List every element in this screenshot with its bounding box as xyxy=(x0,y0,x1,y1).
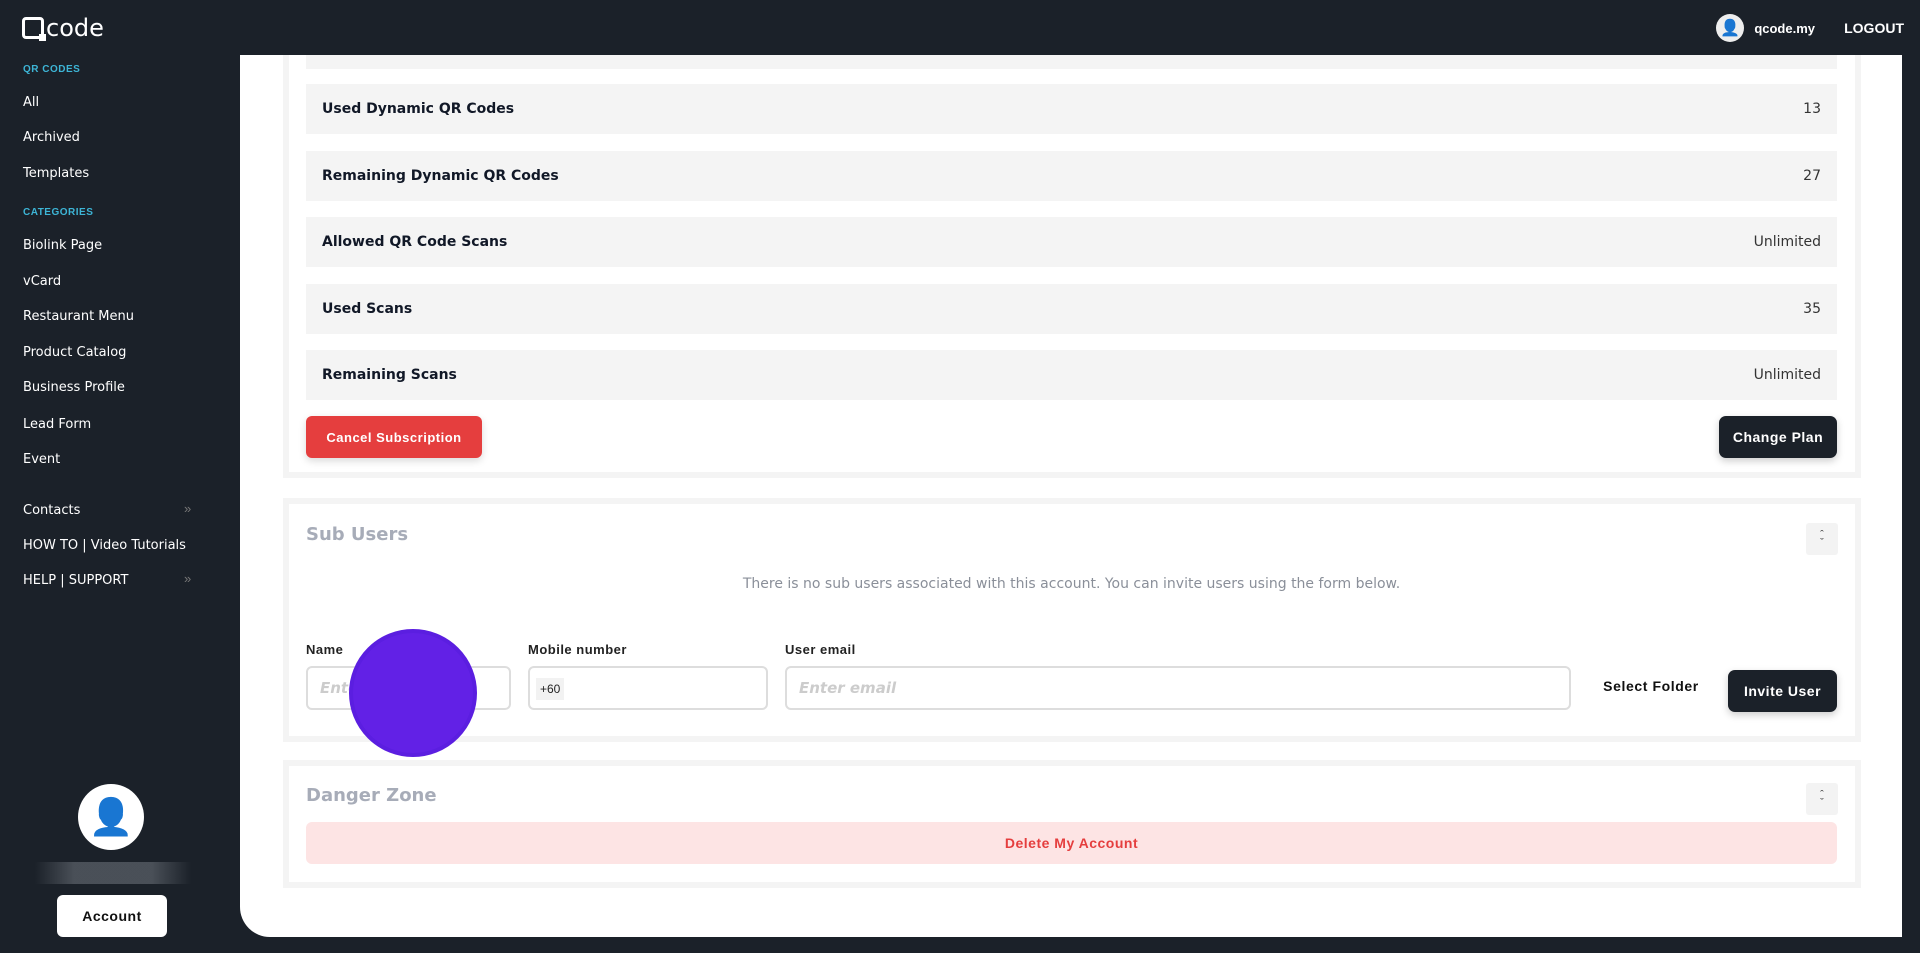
stat-value: 13 xyxy=(1803,101,1821,117)
logout-link[interactable]: LOGOUT xyxy=(1844,20,1904,36)
stat-row-remaining-dynamic: Remaining Dynamic QR Codes 27 xyxy=(306,151,1837,201)
sub-users-title: Sub Users xyxy=(306,524,409,545)
logo-text: code xyxy=(46,14,104,42)
user-name: qcode.my xyxy=(1754,20,1815,36)
sidebar-item-restaurant-menu[interactable]: Restaurant Menu xyxy=(23,309,134,324)
section-qr-codes: QR CODES xyxy=(23,64,81,75)
top-bar xyxy=(0,0,1920,55)
sidebar-item-video-tutorials[interactable]: HOW TO | Video Tutorials xyxy=(23,538,186,553)
cancel-subscription-button[interactable]: Cancel Subscription xyxy=(306,416,482,458)
stat-label: Used Dynamic QR Codes xyxy=(322,101,515,117)
email-label: User email xyxy=(785,642,856,657)
collapse-toggle-icon[interactable]: ˆˇ xyxy=(1806,783,1838,815)
email-input[interactable] xyxy=(785,666,1571,710)
section-categories: CATEGORIES xyxy=(23,207,94,218)
sidebar-item-lead-form[interactable]: Lead Form xyxy=(23,417,91,432)
stat-label: Remaining Scans xyxy=(322,367,457,383)
sidebar-item-contacts[interactable]: Contacts xyxy=(23,503,80,518)
stat-label: Used Scans xyxy=(322,301,413,317)
sidebar-item-all[interactable]: All xyxy=(23,95,39,110)
stat-label: Remaining Dynamic QR Codes xyxy=(322,168,559,184)
stat-label: Allowed QR Code Scans xyxy=(322,234,508,250)
user-menu[interactable]: 👤 qcode.my xyxy=(1716,14,1815,42)
collapse-toggle-icon[interactable]: ˆˇ xyxy=(1806,523,1838,555)
sidebar-item-vcard[interactable]: vCard xyxy=(23,274,61,289)
stat-row-used-dynamic: Used Dynamic QR Codes 13 xyxy=(306,84,1837,134)
stat-row-allowed-scans: Allowed QR Code Scans Unlimited xyxy=(306,217,1837,267)
sidebar-item-templates[interactable]: Templates xyxy=(23,166,89,181)
sidebar-item-help-support[interactable]: HELP | SUPPORT xyxy=(23,573,128,588)
invite-user-button[interactable]: Invite User xyxy=(1728,670,1837,712)
account-button[interactable]: Account xyxy=(57,895,167,937)
double-chevron-right-icon: » xyxy=(184,501,192,516)
sidebar-item-business-profile[interactable]: Business Profile xyxy=(23,380,125,395)
danger-zone-title: Danger Zone xyxy=(306,785,437,806)
sidebar-item-biolink[interactable]: Biolink Page xyxy=(23,238,102,253)
stat-row-remaining-scans: Remaining Scans Unlimited xyxy=(306,350,1837,400)
change-plan-button[interactable]: Change Plan xyxy=(1719,416,1837,458)
click-indicator xyxy=(349,629,477,757)
stat-value: Unlimited xyxy=(1753,234,1821,250)
stat-value: Unlimited xyxy=(1753,367,1821,383)
sidebar-item-archived[interactable]: Archived xyxy=(23,130,80,145)
stat-value: 27 xyxy=(1803,168,1821,184)
name-label: Name xyxy=(306,642,344,657)
user-avatar-icon: 👤 xyxy=(1716,14,1745,42)
mobile-label: Mobile number xyxy=(528,642,627,657)
delete-account-button[interactable]: Delete My Account xyxy=(306,822,1837,864)
profile-avatar-icon: 👤 xyxy=(78,784,144,850)
no-sub-users-message: There is no sub users associated with th… xyxy=(742,576,1401,592)
qr-logo-icon xyxy=(22,17,46,41)
qcode-logo[interactable]: code xyxy=(22,14,104,42)
sidebar-item-product-catalog[interactable]: Product Catalog xyxy=(23,345,126,360)
blurred-username xyxy=(35,862,191,884)
stat-row-used-scans: Used Scans 35 xyxy=(306,284,1837,334)
sidebar-item-event[interactable]: Event xyxy=(23,452,60,467)
row-partial xyxy=(306,55,1837,69)
stat-value: 35 xyxy=(1803,301,1821,317)
double-chevron-right-icon: » xyxy=(184,571,192,586)
select-folder-button[interactable]: Select Folder xyxy=(1601,678,1701,694)
country-code-prefix[interactable]: +60 xyxy=(536,678,565,700)
